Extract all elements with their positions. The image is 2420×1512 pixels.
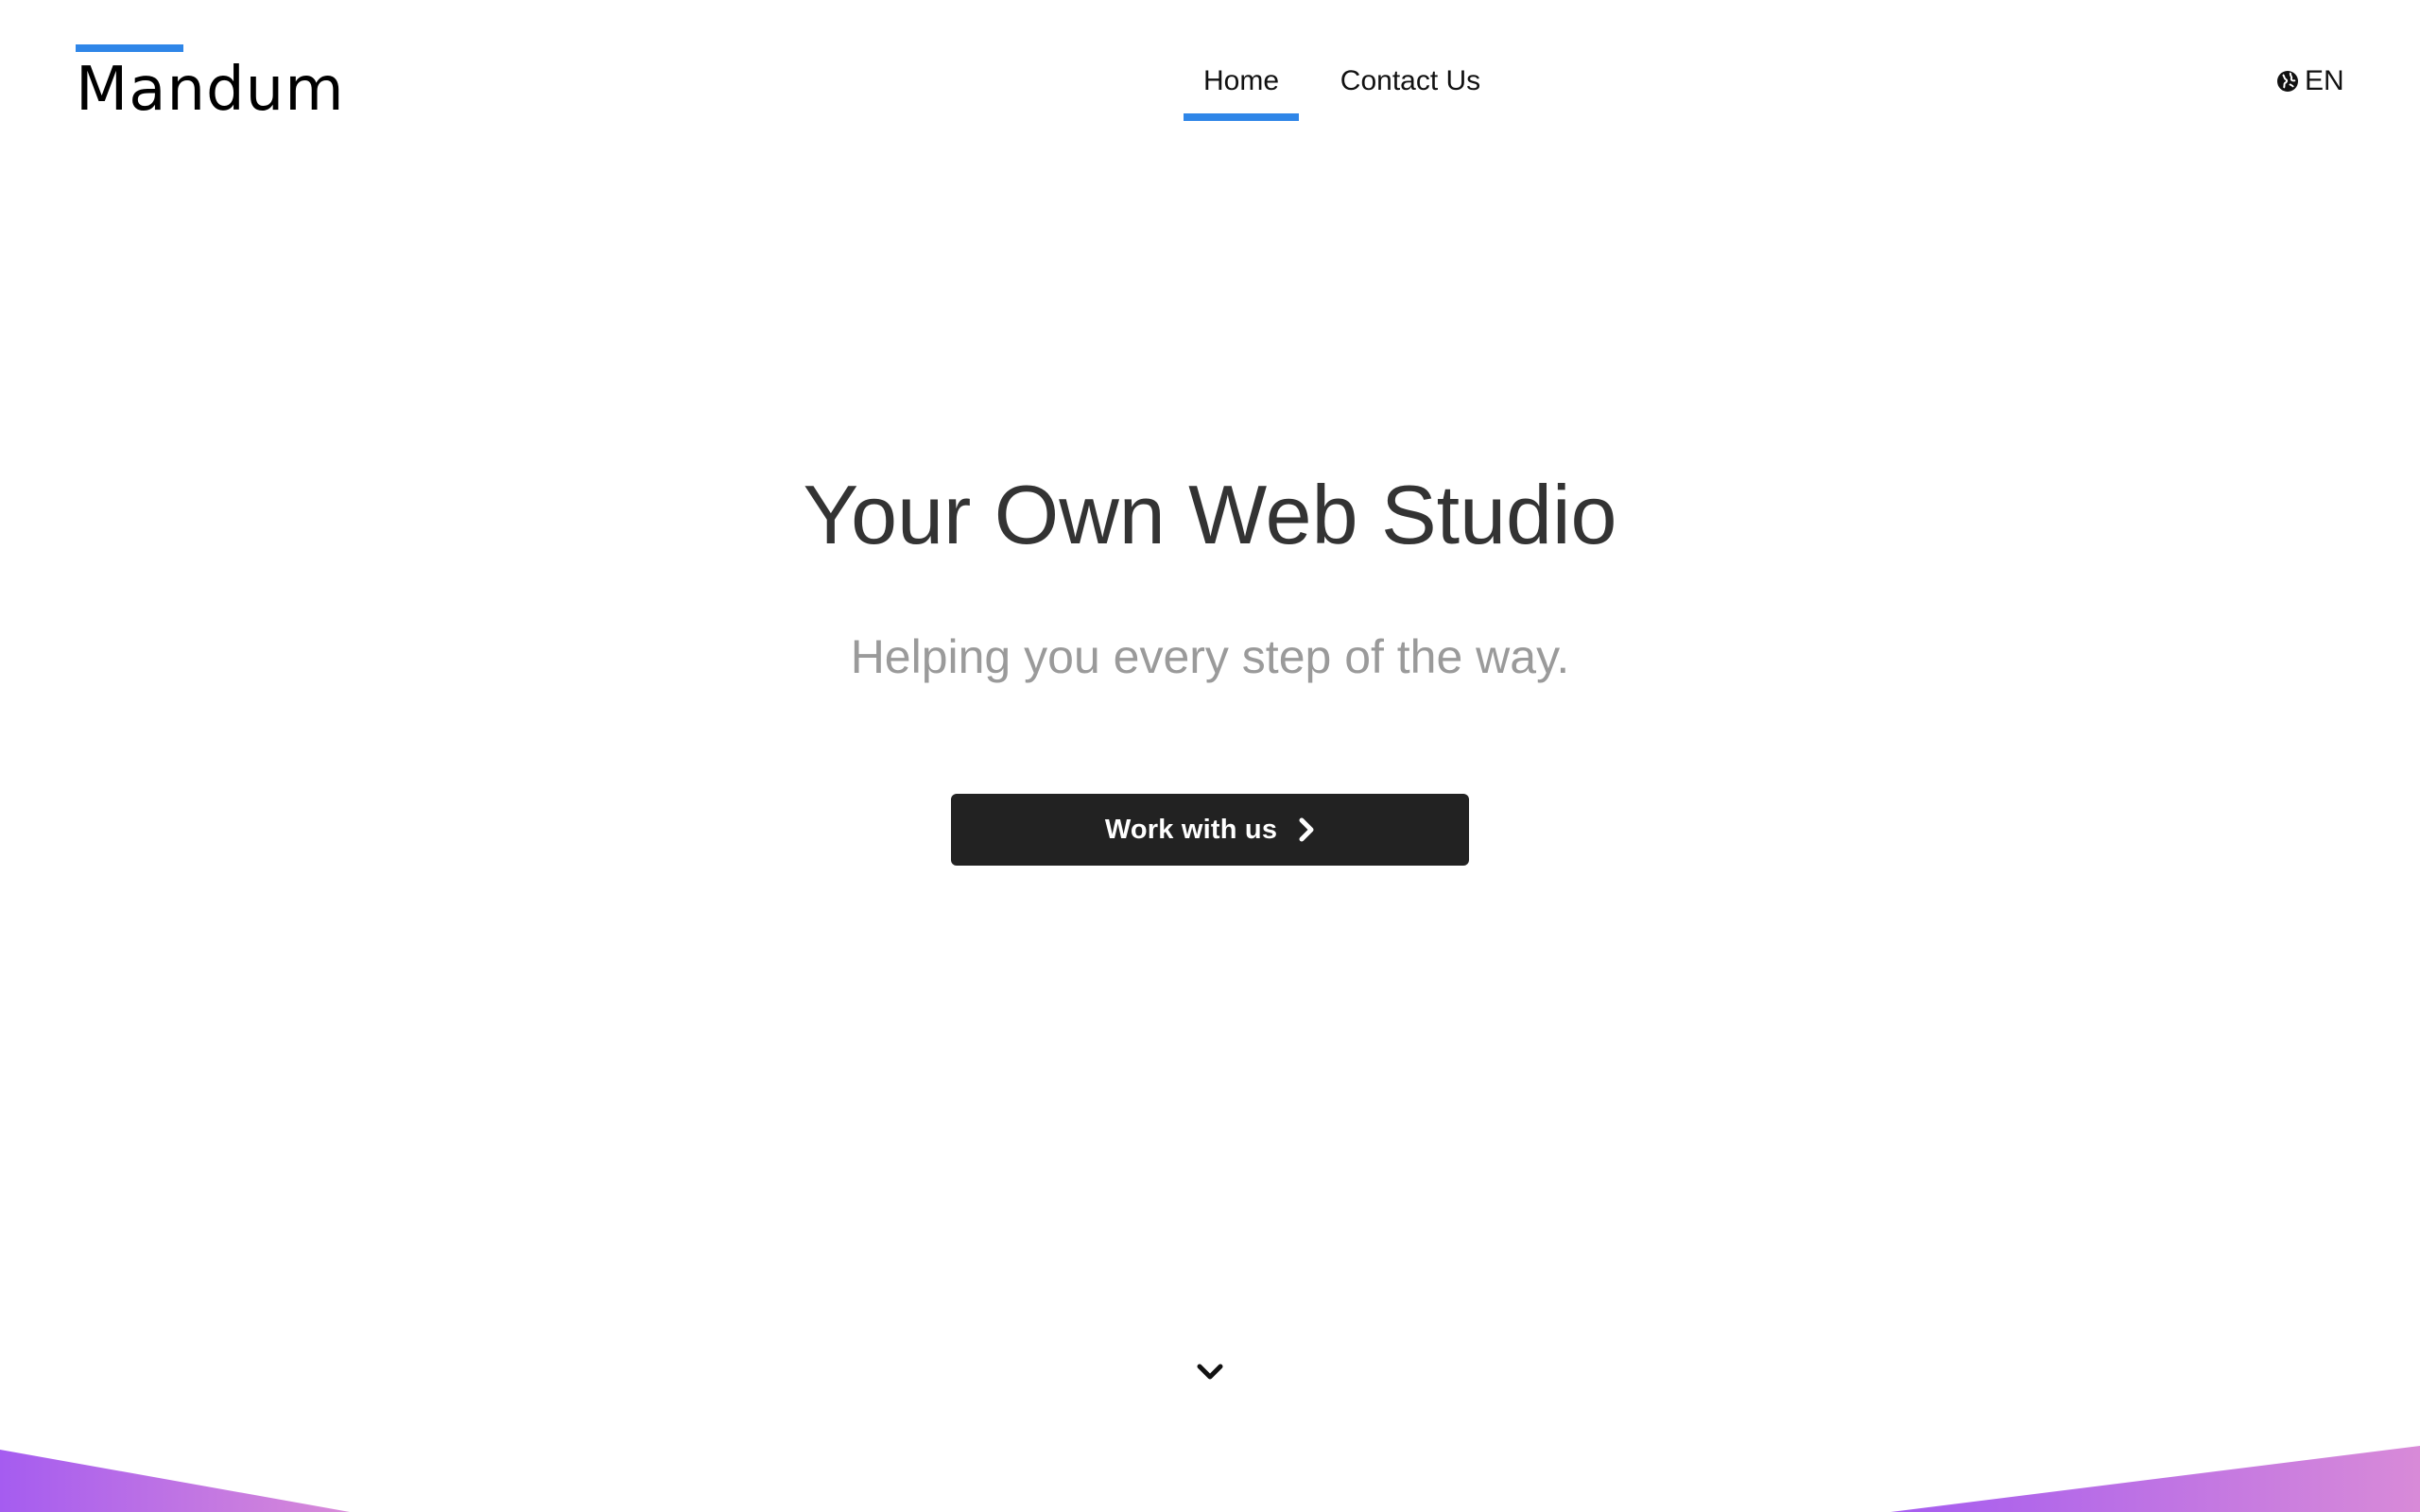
page: Mandum Home Contact Us EN Your Own Web S… [0, 0, 2420, 1512]
chevron-right-icon [1299, 817, 1314, 842]
nav-item-home[interactable]: Home [1184, 55, 1299, 121]
chevron-down-icon[interactable] [1195, 1361, 1225, 1383]
nav-item-contact-label: Contact Us [1340, 65, 1481, 96]
language-label: EN [2305, 65, 2344, 96]
work-with-us-label: Work with us [1104, 814, 1278, 845]
site-header: Mandum Home Contact Us EN [0, 0, 2420, 132]
nav-item-contact[interactable]: Contact Us [1316, 55, 1505, 108]
decorative-gradient-wave [0, 1446, 2420, 1512]
work-with-us-button[interactable]: Work with us [951, 794, 1469, 866]
language-selector[interactable]: EN [2276, 55, 2352, 108]
globe-icon [2277, 71, 2298, 92]
nav-item-home-label: Home [1202, 65, 1280, 96]
hero-subtitle: Helping you every step of the way. [850, 630, 1570, 683]
active-nav-indicator [1184, 113, 1299, 121]
site-logo[interactable]: Mandum [76, 47, 345, 132]
hero-title: Your Own Web Studio [803, 468, 1617, 561]
